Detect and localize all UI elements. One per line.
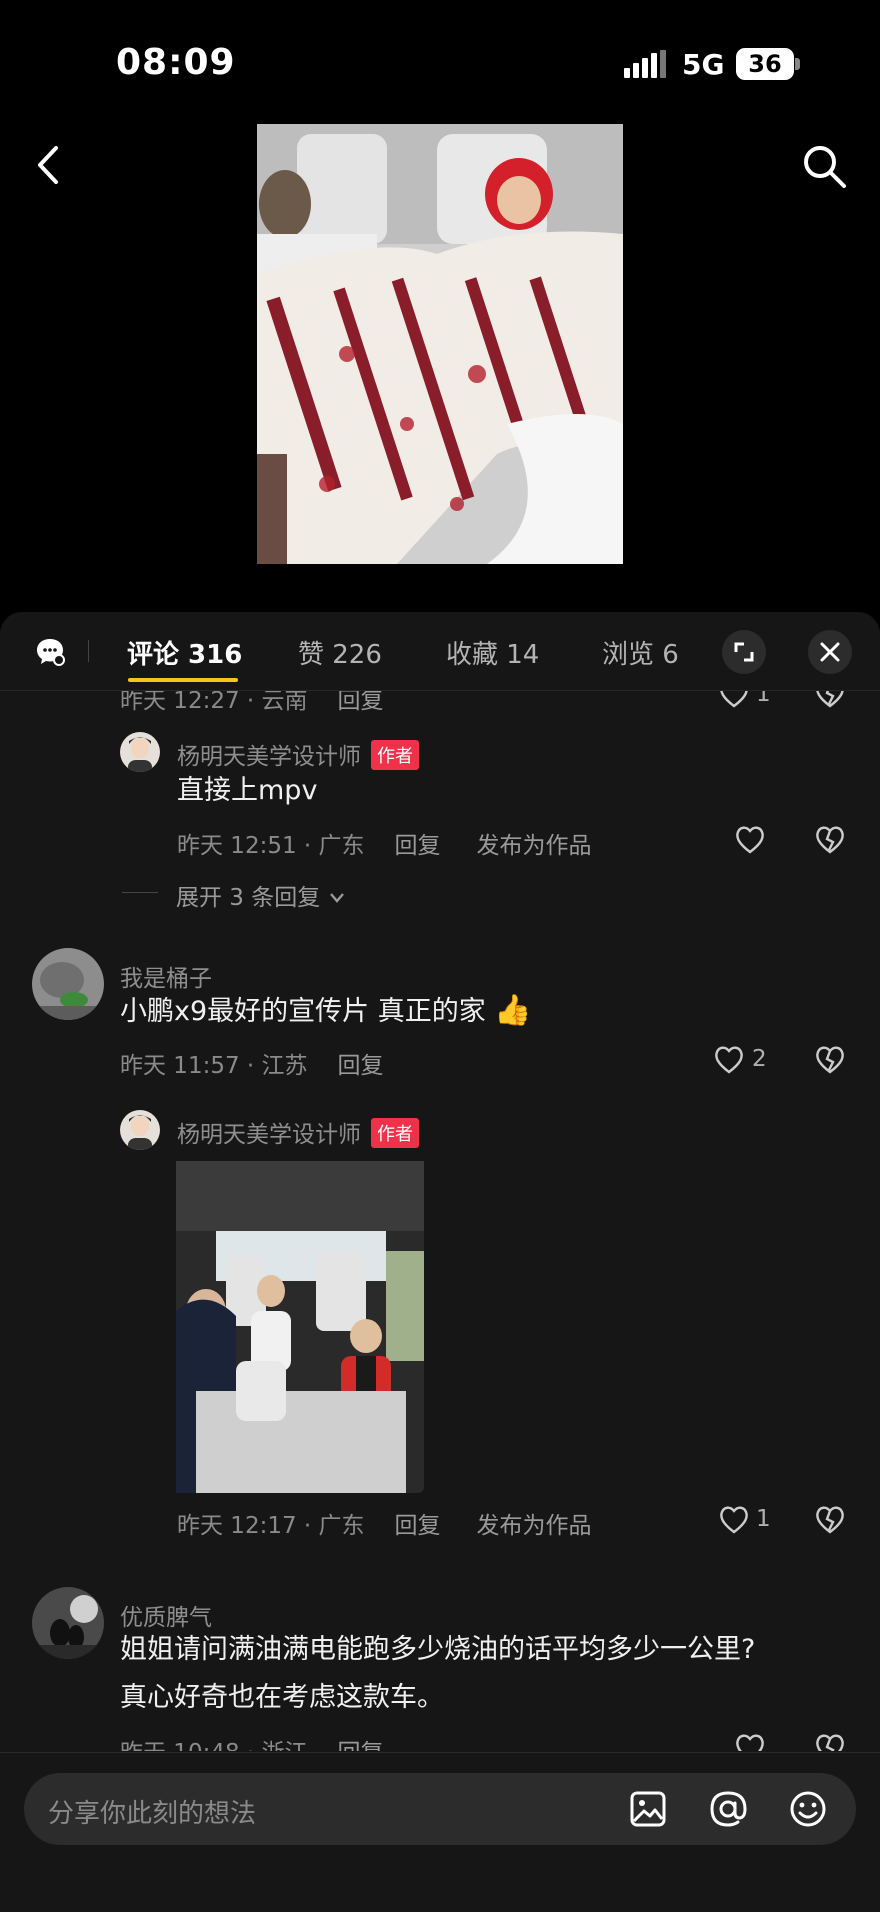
- reply-button[interactable]: 回复: [338, 1740, 384, 1751]
- heart-icon[interactable]: [718, 1505, 750, 1535]
- broken-heart-icon[interactable]: [814, 825, 846, 855]
- close-button[interactable]: [808, 630, 852, 674]
- at-icon[interactable]: [708, 1789, 748, 1829]
- comment-input-placeholder[interactable]: 分享你此刻的想法: [48, 1793, 256, 1830]
- tab-likes[interactable]: 赞 226: [298, 634, 382, 671]
- comment-tabs: 评论 316 赞 226 收藏 14 浏览 6: [0, 612, 880, 691]
- battery-level: 36: [736, 48, 794, 80]
- expand-replies-button[interactable]: 展开 3 条回复: [176, 878, 346, 912]
- expand-button[interactable]: [722, 630, 766, 674]
- avatar[interactable]: [32, 948, 104, 1020]
- comment-time-location: 昨天 12:17 · 广东: [177, 1513, 365, 1539]
- comment-meta: 昨天 11:57 · 江苏 回复: [120, 1046, 384, 1080]
- comment-meta: 昨天 10:48 · 浙江 回复: [120, 1733, 384, 1751]
- expand-divider: [122, 892, 158, 893]
- comment-input[interactable]: 分享你此刻的想法: [24, 1773, 856, 1845]
- avatar[interactable]: [120, 732, 160, 772]
- reply-button[interactable]: 回复: [338, 1053, 384, 1079]
- emoji-icon[interactable]: [788, 1789, 828, 1829]
- heart-icon[interactable]: [734, 1733, 766, 1751]
- comment-text-line-2: 真心好奇也在考虑这款车。: [120, 1682, 444, 1713]
- active-tab-indicator: [128, 678, 238, 682]
- chevron-down-icon: [329, 893, 344, 903]
- comment-username[interactable]: 杨明天美学设计师 作者: [177, 1115, 419, 1149]
- like-count: 1: [756, 691, 771, 707]
- tab-views[interactable]: 浏览 6: [602, 634, 679, 671]
- broken-heart-icon[interactable]: [814, 1505, 846, 1535]
- like-count: 2: [752, 1046, 767, 1072]
- avatar[interactable]: [120, 1110, 160, 1150]
- reply-button[interactable]: 回复: [395, 833, 441, 859]
- comment-text-body: 小鹏x9最好的宣传片 真正的家: [120, 996, 486, 1027]
- like-count: 1: [756, 1506, 771, 1532]
- network-type: 5G: [682, 48, 725, 81]
- expand-replies-label: 展开 3 条回复: [176, 885, 321, 911]
- reply-photo[interactable]: [176, 1161, 424, 1493]
- tab-favorites[interactable]: 收藏 14: [446, 634, 539, 671]
- image-icon[interactable]: [628, 1789, 668, 1829]
- status-time: 08:09: [116, 42, 236, 83]
- comment-text: 小鹏x9最好的宣传片 真正的家 👍: [120, 987, 532, 1036]
- comment-time-location: 昨天 10:48 · 浙江: [120, 1740, 308, 1751]
- signal-icon: [624, 50, 666, 78]
- search-icon[interactable]: [800, 142, 848, 190]
- publish-as-work-button[interactable]: 发布为作品: [477, 1513, 592, 1539]
- comment-meta: 昨天 12:27 · 云南 回复: [120, 691, 384, 715]
- comment-text: 直接上mpv: [177, 775, 318, 806]
- reply-button[interactable]: 回复: [338, 691, 384, 714]
- heart-icon[interactable]: [713, 1045, 745, 1075]
- chat-icon[interactable]: [34, 636, 66, 668]
- heart-icon[interactable]: [718, 691, 750, 709]
- post-photo[interactable]: [257, 124, 623, 564]
- broken-heart-icon[interactable]: [814, 1733, 846, 1751]
- broken-heart-icon[interactable]: [814, 1045, 846, 1075]
- author-badge: 作者: [371, 1118, 419, 1148]
- username[interactable]: 杨明天美学设计师: [177, 1122, 361, 1148]
- comment-username[interactable]: 杨明天美学设计师 作者: [177, 737, 419, 771]
- comment-meta: 昨天 12:17 · 广东 回复 发布为作品: [177, 1506, 592, 1540]
- comment-time-location: 昨天 12:51 · 广东: [177, 833, 365, 859]
- expand-icon: [734, 642, 754, 662]
- broken-heart-icon[interactable]: [814, 691, 846, 709]
- avatar[interactable]: [32, 1587, 104, 1659]
- comment-panel: 评论 316 赞 226 收藏 14 浏览 6 昨天 12:27 · 云南 回复 …: [0, 612, 880, 1912]
- author-badge: 作者: [371, 740, 419, 770]
- comment-list[interactable]: 昨天 12:27 · 云南 回复 1 杨明天美学设计师 作者 直接上mpv 昨天 1…: [0, 691, 880, 1751]
- comment-meta: 昨天 12:51 · 广东 回复 发布为作品: [177, 826, 592, 860]
- back-icon[interactable]: [28, 140, 68, 190]
- heart-icon[interactable]: [734, 825, 766, 855]
- comment-time-location: 昨天 12:27 · 云南: [120, 691, 308, 714]
- battery-tip: [795, 58, 800, 70]
- tab-comments[interactable]: 评论 316: [127, 634, 242, 671]
- close-icon: [820, 642, 840, 662]
- comment-text-line-1: 姐姐请问满油满电能跑多少烧油的话平均多少一公里?: [120, 1634, 756, 1665]
- reply-button[interactable]: 回复: [395, 1513, 441, 1539]
- comment-time-location: 昨天 11:57 · 江苏: [120, 1053, 308, 1079]
- tab-separator: [88, 640, 89, 662]
- thumbs-up-emoji: 👍: [494, 993, 532, 1028]
- comment-input-bar: 分享你此刻的想法: [0, 1752, 880, 1912]
- publish-as-work-button[interactable]: 发布为作品: [477, 833, 592, 859]
